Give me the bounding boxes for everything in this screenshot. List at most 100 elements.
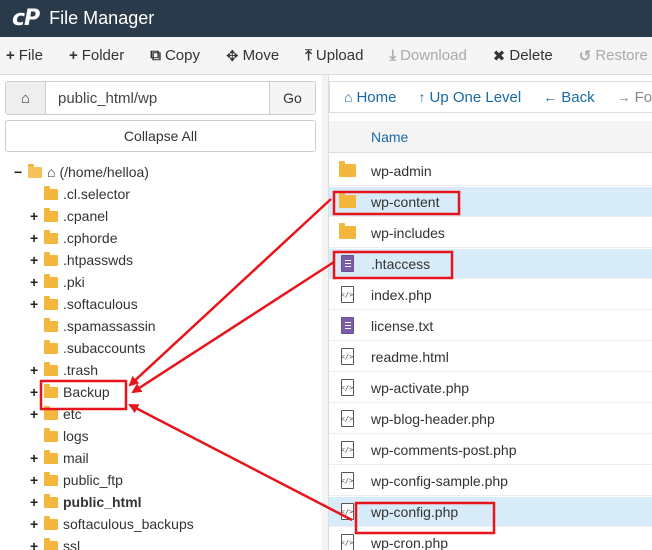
file-name: index.php (371, 286, 432, 303)
expand-icon[interactable]: + (30, 362, 41, 378)
download-icon: ⤓ (389, 47, 397, 64)
file-row[interactable]: </> wp-comments-post.php (329, 435, 652, 465)
tree-item[interactable]: + .softaculous (30, 293, 138, 315)
file-row[interactable]: wp-includes (329, 218, 652, 248)
folder-icon (338, 192, 356, 208)
tree-item[interactable]: + .trash (30, 359, 98, 381)
tree-item-label: .cpanel (63, 208, 109, 224)
left-panel: ⌂ Go Collapse All − ⌂ (/home/helloa) .cl… (0, 75, 322, 550)
expand-icon[interactable]: + (30, 208, 41, 224)
file-name: wp-content (371, 193, 440, 210)
back-button[interactable]: ← Back (543, 89, 594, 106)
tree-item[interactable]: .subaccounts (44, 337, 146, 359)
tree-item[interactable]: + public_html (30, 491, 142, 513)
folder-icon (44, 493, 58, 508)
folder-icon (44, 207, 58, 222)
folder-open-icon (28, 163, 42, 178)
code-file-icon: </> (340, 503, 354, 520)
upload-button[interactable]: ⤒ Upload (299, 47, 363, 64)
file-name: wp-cron.php (371, 534, 449, 550)
name-column-header[interactable]: Name (371, 129, 408, 145)
home-nav-button[interactable]: ⌂ Home (344, 89, 396, 106)
toolbar: + File + Folder ⧉ Copy ✥ Move ⤒ Upload ⤓ Downl… (0, 37, 652, 75)
up-one-level-button[interactable]: ↑ Up One Level (418, 89, 521, 106)
top-bar: cP File Manager (0, 0, 652, 37)
expand-icon[interactable]: + (30, 406, 41, 422)
folder-icon (338, 161, 356, 177)
expand-icon[interactable]: + (30, 450, 41, 466)
expand-icon[interactable]: + (30, 274, 41, 290)
tree-item[interactable]: + Backup (30, 381, 110, 403)
folder-icon (44, 339, 58, 354)
tree-item-label: .pki (63, 274, 85, 290)
tree-item[interactable]: .spamassassin (44, 315, 156, 337)
expand-icon[interactable]: + (30, 538, 41, 550)
new-folder-button[interactable]: + Folder (63, 47, 124, 64)
file-name: wp-comments-post.php (371, 441, 517, 458)
tree-item[interactable]: + mail (30, 447, 89, 469)
arrow-right-icon: → (616, 89, 631, 105)
tree-root-label: (/home/helloa) (59, 164, 149, 180)
restore-button[interactable]: ↺ Restore (573, 47, 648, 65)
restore-icon: ↺ (578, 47, 592, 65)
level-up-icon: ↑ (418, 89, 426, 105)
path-input[interactable] (46, 82, 269, 114)
tree-item[interactable]: + public_ftp (30, 469, 123, 491)
file-type-icon (336, 255, 358, 272)
code-file-icon: </> (340, 534, 354, 550)
delete-icon: ✖ (492, 47, 506, 65)
file-row[interactable]: </> wp-activate.php (329, 373, 652, 403)
file-row[interactable]: </> index.php (329, 280, 652, 310)
tree-item[interactable]: + .pki (30, 271, 85, 293)
file-row[interactable]: </> wp-cron.php (329, 528, 652, 550)
path-home-button[interactable]: ⌂ (6, 82, 46, 114)
folder-icon (44, 471, 58, 486)
tree-item[interactable]: + .cphorde (30, 227, 117, 249)
folder-icon (44, 229, 58, 244)
file-name: wp-blog-header.php (371, 410, 495, 427)
file-name: .htaccess (371, 255, 431, 272)
expand-icon[interactable]: + (30, 252, 41, 268)
text-file-icon (340, 317, 354, 334)
go-button[interactable]: Go (269, 82, 315, 114)
move-button[interactable]: ✥ Move (220, 47, 279, 65)
expand-icon[interactable]: + (30, 384, 41, 400)
collapse-icon[interactable]: − (14, 164, 25, 180)
delete-button[interactable]: ✖ Delete (487, 47, 553, 65)
expand-icon[interactable]: + (30, 296, 41, 312)
tree-item[interactable]: + .htpasswds (30, 249, 133, 271)
tree-item-label: public_html (63, 494, 142, 510)
file-row[interactable]: </> readme.html (329, 342, 652, 372)
tree-item[interactable]: + softaculous_backups (30, 513, 194, 535)
file-row[interactable]: .htaccess (329, 249, 652, 279)
expand-icon[interactable]: + (30, 230, 41, 246)
forward-button[interactable]: →Forward (617, 89, 652, 106)
tree-item[interactable]: .cl.selector (44, 183, 130, 205)
file-type-icon: </> (336, 503, 358, 520)
file-row[interactable]: license.txt (329, 311, 652, 341)
file-row[interactable]: </> wp-config.php (329, 497, 652, 527)
collapse-all-button[interactable]: Collapse All (5, 120, 316, 152)
tree-item[interactable]: + .cpanel (30, 205, 108, 227)
copy-button[interactable]: ⧉ Copy (144, 47, 200, 64)
file-row[interactable]: </> wp-config-sample.php (329, 466, 652, 496)
expand-icon[interactable]: + (30, 472, 41, 488)
code-file-icon: </> (340, 472, 354, 489)
download-button[interactable]: ⤓ Download (383, 47, 466, 64)
expand-icon[interactable]: + (30, 516, 41, 532)
file-name: wp-activate.php (371, 379, 470, 396)
tree-item[interactable]: logs (44, 425, 89, 447)
file-row[interactable]: </> wp-blog-header.php (329, 404, 652, 434)
file-type-icon: </> (336, 410, 358, 427)
file-type-icon: </> (336, 472, 358, 489)
tree-item[interactable]: + etc (30, 403, 82, 425)
expand-icon[interactable]: + (30, 494, 41, 510)
new-file-button[interactable]: + File (0, 47, 43, 64)
app-title: File Manager (49, 8, 155, 28)
tree-item[interactable]: + ssl (30, 535, 80, 550)
file-row[interactable]: wp-admin (329, 156, 652, 186)
file-row[interactable]: wp-content (329, 187, 652, 217)
move-icon: ✥ (225, 47, 239, 65)
code-file-icon: </> (340, 441, 354, 458)
tree-root[interactable]: − ⌂ (/home/helloa) (14, 161, 149, 183)
